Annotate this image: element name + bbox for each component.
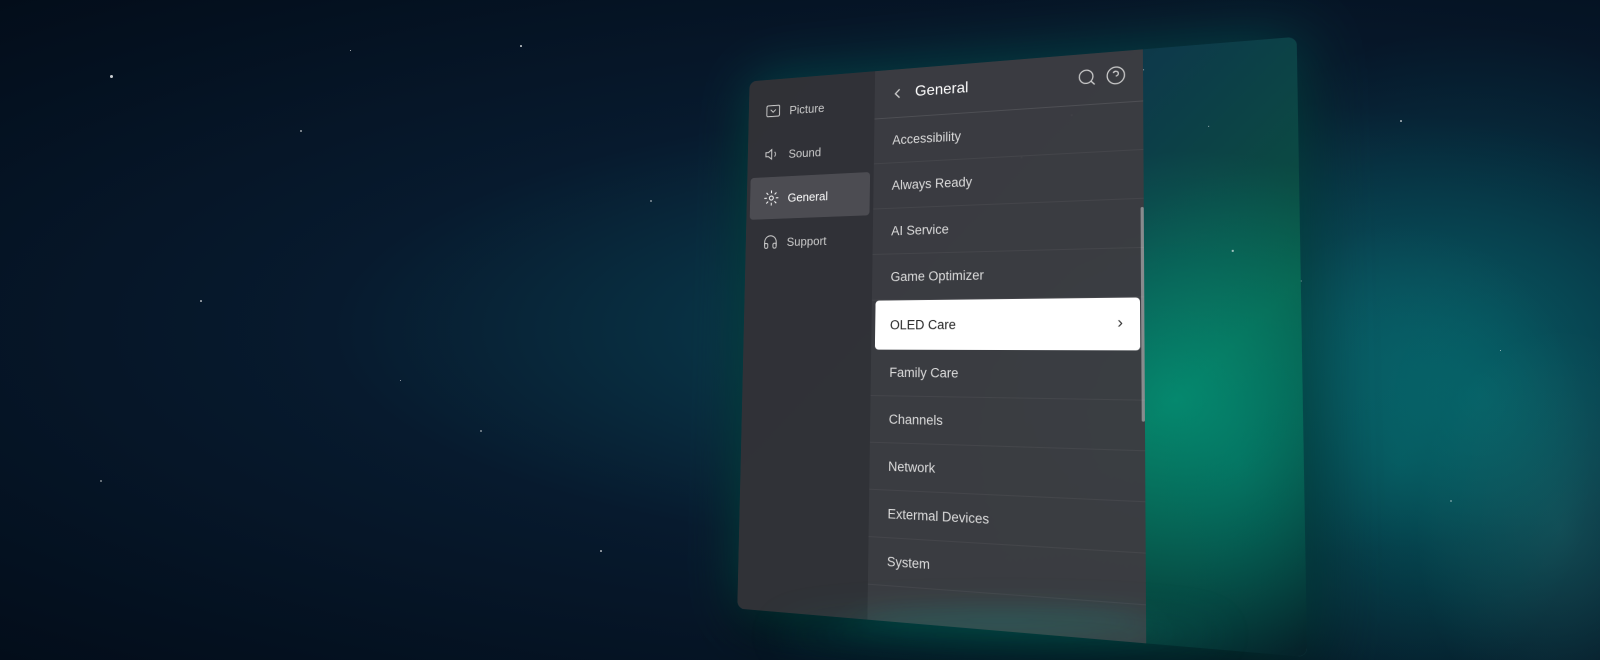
panel-content[interactable]: Accessibility Always Ready AI Service Ga… <box>867 101 1146 643</box>
menu-item-label-oled-care: OLED Care <box>890 317 956 332</box>
general-icon <box>764 189 780 206</box>
sidebar-item-general[interactable]: General <box>750 172 870 220</box>
right-panel: General <box>867 49 1146 643</box>
back-icon <box>889 84 906 102</box>
sidebar-item-support[interactable]: Support <box>749 217 870 263</box>
panel-header-left: General <box>889 79 968 102</box>
sidebar-item-sound[interactable]: Sound <box>751 127 871 176</box>
sidebar-label-sound: Sound <box>788 145 821 161</box>
menu-overlay: Picture Sound General <box>737 49 1146 643</box>
menu-item-label-system: System <box>887 554 930 572</box>
sidebar-label-picture: Picture <box>789 100 824 116</box>
menu-item-label-external-devices: Extermal Devices <box>887 506 989 526</box>
menu-item-label-ai-service: AI Service <box>891 222 949 238</box>
menu-item-label-channels: Channels <box>889 412 943 428</box>
tv-display: Picture Sound General <box>720 55 1280 625</box>
search-icon <box>1077 67 1097 88</box>
search-button[interactable] <box>1077 67 1097 91</box>
menu-item-ai-service[interactable]: AI Service <box>873 199 1144 255</box>
menu-item-label-game-optimizer: Game Optimizer <box>891 268 984 284</box>
sidebar-label-support: Support <box>787 233 827 248</box>
back-button[interactable] <box>889 84 906 102</box>
picture-icon <box>765 102 781 119</box>
sidebar-label-general: General <box>788 189 829 205</box>
menu-item-label-network: Network <box>888 459 935 476</box>
sidebar: Picture Sound General <box>737 71 875 619</box>
menu-item-label-family-care: Family Care <box>889 365 958 380</box>
menu-item-label-accessibility: Accessibility <box>892 129 961 147</box>
panel-header-icons <box>1077 65 1127 91</box>
help-icon <box>1105 65 1126 86</box>
menu-item-game-optimizer[interactable]: Game Optimizer <box>872 248 1144 301</box>
sound-icon <box>764 146 780 163</box>
menu-item-family-care[interactable]: Family Care <box>871 350 1145 401</box>
support-icon <box>763 233 779 250</box>
chevron-right-icon: › <box>1117 314 1123 333</box>
panel-title: General <box>915 79 969 100</box>
help-button[interactable] <box>1105 65 1126 89</box>
menu-item-label-always-ready: Always Ready <box>892 175 973 193</box>
tv-ambient-glow <box>776 615 1224 655</box>
sidebar-item-picture[interactable]: Picture <box>752 83 872 133</box>
tv-screen: Picture Sound General <box>737 37 1307 657</box>
menu-item-oled-care[interactable]: OLED Care › <box>875 297 1140 350</box>
